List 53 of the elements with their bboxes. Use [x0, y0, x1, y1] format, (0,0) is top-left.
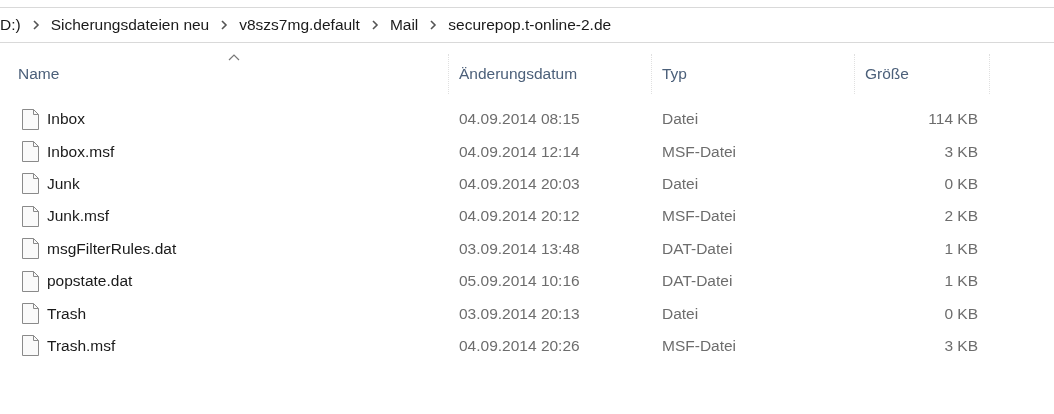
- file-icon: [22, 238, 39, 260]
- file-icon: [22, 270, 39, 292]
- date-cell-text: 04.09.2014 12:14: [458, 142, 581, 161]
- chevron-icon[interactable]: [429, 20, 438, 30]
- size-cell-text: 0 KB: [943, 304, 979, 323]
- date-cell-text: 04.09.2014 20:03: [458, 174, 581, 193]
- file-icon: [22, 108, 39, 130]
- size-cell-text: 2 KB: [943, 207, 979, 226]
- chevron-icon[interactable]: [31, 20, 40, 30]
- breadcrumb-item[interactable]: D:): [0, 16, 27, 34]
- file-name[interactable]: msgFilterRules.dat: [47, 239, 177, 258]
- file-name[interactable]: Inbox: [47, 110, 85, 129]
- file-name[interactable]: popstate.dat: [47, 272, 133, 291]
- column-header[interactable]: Typ: [652, 54, 855, 94]
- file-icon: [22, 141, 39, 163]
- type-cell-text: Datei: [661, 110, 700, 129]
- type-cell-text: DAT-Datei: [661, 239, 734, 258]
- type-cell-text: DAT-Datei: [661, 272, 734, 291]
- date-cell-text: 04.09.2014 20:26: [458, 336, 581, 355]
- date-cell-text: 05.09.2014 10:16: [458, 272, 581, 291]
- file-name[interactable]: Junk.msf: [47, 207, 109, 226]
- date-cell-text: 03.09.2014 13:48: [458, 239, 581, 258]
- size-cell-text: 114 KB: [927, 110, 979, 129]
- date-cell-text: 04.09.2014 08:15: [458, 110, 581, 129]
- type-cell-text: MSF-Datei: [661, 142, 738, 161]
- type-cell-text: Datei: [661, 174, 700, 193]
- date-cell-text: 04.09.2014 20:12: [458, 207, 581, 226]
- type-cell-text: Datei: [661, 304, 700, 323]
- chevron-icon[interactable]: [220, 20, 229, 30]
- file-name[interactable]: Junk: [47, 174, 80, 193]
- size-cell-text: 0 KB: [943, 174, 979, 193]
- column-header[interactable]: Größe: [855, 54, 990, 94]
- file-icon: [22, 303, 39, 325]
- file-name[interactable]: Inbox.msf: [47, 142, 115, 161]
- column-header[interactable]: Name: [0, 54, 449, 94]
- size-cell-text: 1 KB: [943, 272, 979, 291]
- size-cell-text: 3 KB: [943, 142, 979, 161]
- type-cell-text: MSF-Datei: [661, 336, 738, 355]
- date-cell-text: 03.09.2014 20:13: [458, 304, 581, 323]
- type-cell-text: MSF-Datei: [661, 207, 738, 226]
- file-icon: [22, 205, 39, 227]
- column-header[interactable]: Änderungsdatum: [449, 54, 652, 94]
- file-name[interactable]: Trash: [47, 304, 87, 323]
- breadcrumb-item[interactable]: v8szs7mg.default: [233, 16, 366, 34]
- breadcrumb-item[interactable]: Mail: [383, 16, 425, 34]
- file-icon: [22, 335, 39, 357]
- breadcrumb-item[interactable]: securepop.t-online-2.de: [442, 16, 618, 34]
- size-cell-text: 1 KB: [943, 239, 979, 258]
- size-cell-text: 3 KB: [943, 336, 979, 355]
- file-icon: [22, 173, 39, 195]
- file-name[interactable]: Trash.msf: [47, 336, 116, 355]
- chevron-icon[interactable]: [370, 20, 379, 30]
- breadcrumb-item[interactable]: Sicherungsdateien neu: [44, 16, 216, 34]
